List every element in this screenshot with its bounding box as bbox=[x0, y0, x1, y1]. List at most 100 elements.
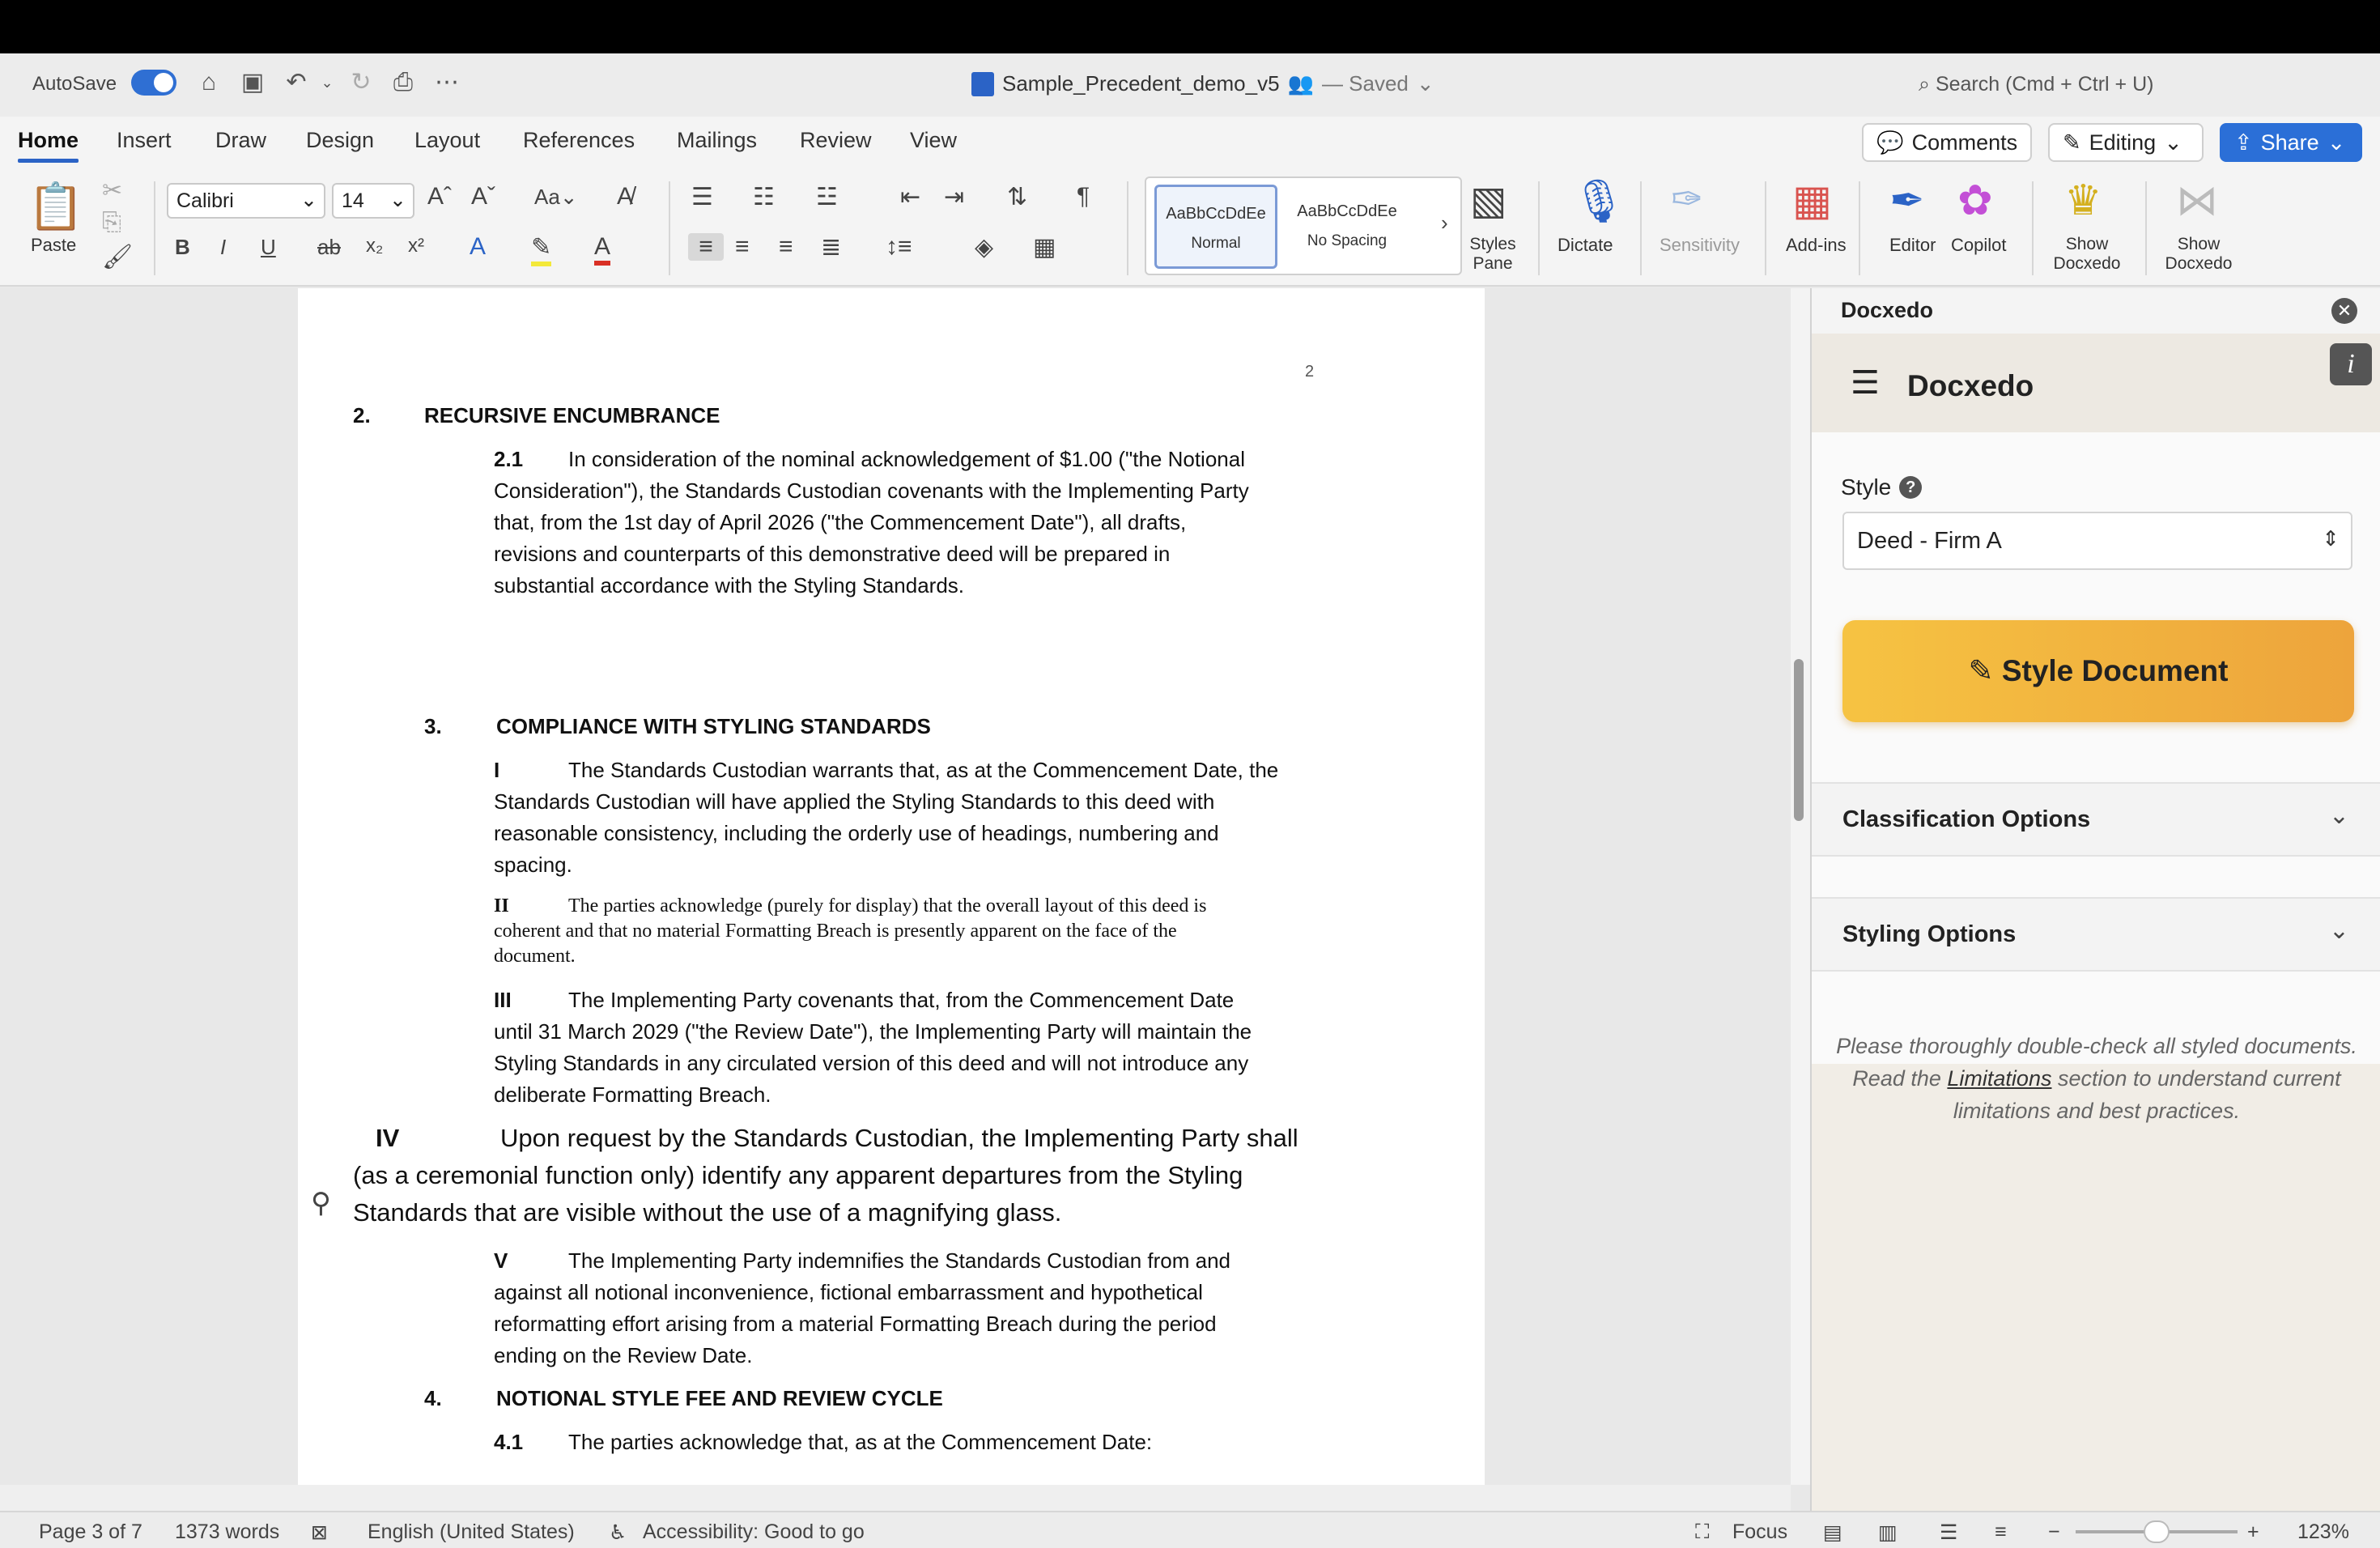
styles-pane-label[interactable]: Styles Pane bbox=[1462, 235, 1524, 274]
paste-icon[interactable]: 📋 bbox=[28, 180, 84, 233]
print-icon[interactable]: ⎙ bbox=[389, 68, 418, 97]
zoom-level[interactable]: 123% bbox=[2297, 1520, 2349, 1544]
language[interactable]: English (United States) bbox=[368, 1520, 575, 1544]
change-case-icon[interactable]: Aa⌄ bbox=[534, 185, 578, 210]
italic-icon[interactable]: I bbox=[220, 235, 226, 260]
docxedo-icon[interactable]: ♛ bbox=[2064, 176, 2102, 225]
sort-icon[interactable]: ⇅ bbox=[1007, 183, 1027, 211]
shrink-font-icon[interactable]: Aˇ bbox=[471, 183, 495, 211]
undo-icon[interactable]: ↶ bbox=[282, 68, 311, 97]
font-size-select[interactable]: 14 ⌄ bbox=[332, 183, 414, 219]
tab-design[interactable]: Design bbox=[306, 128, 374, 153]
copilot-icon[interactable]: ✿ bbox=[1957, 176, 1993, 225]
increase-indent-icon[interactable]: ⇥ bbox=[944, 183, 964, 211]
show-docxedo-label[interactable]: Show Docxedo bbox=[2051, 235, 2123, 274]
style-document-button[interactable]: ✎ Style Document bbox=[1842, 620, 2354, 722]
shading-icon[interactable]: ◈ bbox=[975, 233, 993, 262]
magic-wand-icon[interactable]: ⚲ bbox=[311, 1187, 331, 1219]
more-icon[interactable]: ⋯ bbox=[432, 68, 461, 97]
classification-options-accordion[interactable]: Classification Options ⌄ bbox=[1812, 782, 2380, 857]
info-icon[interactable]: i bbox=[2330, 343, 2372, 385]
accessibility-status[interactable]: Accessibility: Good to go bbox=[643, 1520, 865, 1544]
document-page[interactable]: 2 2. RECURSIVE ENCUMBRANCE 2.1 In consid… bbox=[298, 288, 1485, 1485]
comments-button[interactable]: 💬 Comments bbox=[1862, 123, 2032, 162]
word-count[interactable]: 1373 words bbox=[175, 1520, 279, 1544]
tab-view[interactable]: View bbox=[910, 128, 957, 153]
line-spacing-icon[interactable]: ↕≡ bbox=[886, 233, 912, 261]
cut-icon[interactable]: ✂ bbox=[102, 176, 122, 205]
hamburger-menu-icon[interactable]: ☰ bbox=[1851, 367, 1880, 399]
font-color-icon[interactable]: A bbox=[594, 233, 611, 266]
page-count[interactable]: Page 3 of 7 bbox=[39, 1520, 142, 1544]
show-docxedo-label[interactable]: Show Docxedo bbox=[2163, 235, 2234, 274]
style-normal[interactable]: AaBbCcDdEe Normal bbox=[1154, 185, 1277, 269]
style-select[interactable]: Deed - Firm A ⇕ bbox=[1842, 512, 2352, 570]
tab-references[interactable]: References bbox=[523, 128, 635, 153]
bold-icon[interactable]: B bbox=[175, 235, 190, 260]
sensitivity-label[interactable]: Sensitivity bbox=[1660, 235, 1740, 256]
tab-layout[interactable]: Layout bbox=[414, 128, 480, 153]
share-button[interactable]: ⇪ Share ⌄ bbox=[2220, 123, 2362, 162]
tab-home[interactable]: Home bbox=[18, 128, 79, 163]
focus-button[interactable]: Focus bbox=[1732, 1520, 1787, 1544]
decrease-indent-icon[interactable]: ⇤ bbox=[900, 183, 920, 211]
strikethrough-icon[interactable]: ab bbox=[317, 235, 341, 260]
microphone-icon[interactable]: 🎙 bbox=[1572, 176, 1626, 226]
font-name-select[interactable]: Calibri ⌄ bbox=[167, 183, 325, 219]
vertical-scrollbar[interactable] bbox=[1791, 288, 1810, 1485]
bullets-icon[interactable]: ☰ bbox=[691, 183, 713, 211]
proofing-icon[interactable]: ⊠ bbox=[311, 1520, 328, 1545]
superscript-icon[interactable]: x² bbox=[408, 235, 424, 257]
show-formatting-icon[interactable]: ¶ bbox=[1077, 183, 1090, 211]
outline-icon[interactable]: ☰ bbox=[1940, 1520, 1957, 1545]
clear-formatting-icon[interactable]: A̸ bbox=[617, 183, 633, 211]
align-center-icon[interactable]: ≡ bbox=[735, 233, 750, 261]
borders-icon[interactable]: ▦ bbox=[1033, 233, 1056, 262]
editor-icon[interactable]: ✒ bbox=[1889, 176, 1925, 225]
zoom-in-icon[interactable]: + bbox=[2247, 1520, 2259, 1544]
horizontal-scrollbar[interactable] bbox=[0, 1485, 1791, 1511]
document-title[interactable]: Sample_Precedent_demo_v5 👥 — Saved ⌄ bbox=[971, 71, 1434, 96]
scrollbar-thumb[interactable] bbox=[1794, 659, 1804, 821]
highlight-icon[interactable]: ✎ bbox=[531, 233, 552, 266]
close-icon[interactable]: ✕ bbox=[2331, 298, 2357, 324]
home-icon[interactable]: ⌂ bbox=[194, 68, 223, 97]
multilevel-list-icon[interactable]: ☳ bbox=[816, 183, 838, 211]
styles-pane-icon[interactable]: ▧ bbox=[1470, 178, 1507, 223]
print-layout-icon[interactable]: ▤ bbox=[1823, 1520, 1842, 1545]
chevron-right-icon[interactable]: › bbox=[1441, 211, 1448, 236]
dictate-label[interactable]: Dictate bbox=[1558, 235, 1613, 256]
format-painter-icon[interactable]: 🖌 bbox=[102, 243, 133, 271]
help-icon[interactable]: ? bbox=[1899, 476, 1923, 499]
text-effects-icon[interactable]: A bbox=[470, 233, 486, 261]
zoom-slider-thumb[interactable] bbox=[2144, 1520, 2170, 1543]
align-right-icon[interactable]: ≡ bbox=[779, 233, 793, 261]
justify-icon[interactable]: ≣ bbox=[821, 233, 841, 262]
grow-font-icon[interactable]: Aˆ bbox=[427, 183, 452, 211]
editing-button[interactable]: ✎ Editing ⌄ bbox=[2048, 123, 2204, 162]
limitations-link[interactable]: Limitations bbox=[1947, 1066, 2051, 1091]
web-layout-icon[interactable]: ▥ bbox=[1878, 1520, 1898, 1545]
tab-review[interactable]: Review bbox=[800, 128, 872, 153]
undo-dropdown-icon[interactable]: ⌄ bbox=[312, 68, 342, 97]
subscript-icon[interactable]: x₂ bbox=[366, 235, 383, 257]
search-box[interactable]: ⌕ Search (Cmd + Ctrl + U) bbox=[1919, 73, 2153, 96]
copilot-label[interactable]: Copilot bbox=[1951, 235, 2006, 256]
editor-label[interactable]: Editor bbox=[1889, 235, 1936, 256]
redo-icon[interactable]: ↻ bbox=[346, 68, 376, 97]
sensitivity-icon[interactable]: ✑ bbox=[1671, 176, 1703, 222]
docxedo-bow-icon[interactable]: ⋈ bbox=[2176, 176, 2218, 225]
styling-options-accordion[interactable]: Styling Options ⌄ bbox=[1812, 897, 2380, 972]
addins-label[interactable]: Add-ins bbox=[1786, 235, 1847, 256]
copy-icon[interactable]: ⎘ bbox=[102, 209, 121, 236]
tab-mailings[interactable]: Mailings bbox=[677, 128, 757, 153]
underline-icon[interactable]: U bbox=[261, 235, 276, 260]
tab-draw[interactable]: Draw bbox=[215, 128, 266, 153]
addins-icon[interactable]: ▦ bbox=[1792, 176, 1832, 225]
draft-icon[interactable]: ≡ bbox=[1995, 1520, 2007, 1544]
tab-insert[interactable]: Insert bbox=[117, 128, 172, 153]
align-left-icon[interactable]: ≡ bbox=[688, 233, 724, 261]
numbering-icon[interactable]: ☷ bbox=[753, 183, 775, 211]
paste-label[interactable]: Paste bbox=[31, 235, 76, 256]
style-no-spacing[interactable]: AaBbCcDdEe No Spacing bbox=[1286, 185, 1409, 269]
